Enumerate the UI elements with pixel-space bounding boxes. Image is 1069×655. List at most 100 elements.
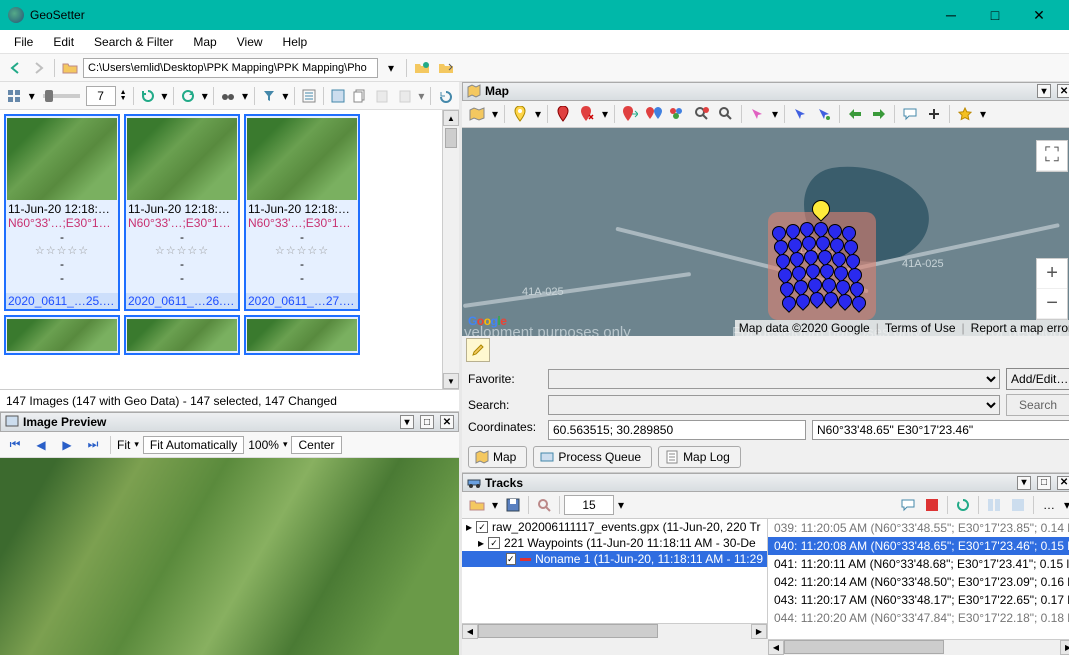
fullscreen-button[interactable]: ⛶ [1036, 140, 1068, 172]
waypoint-row[interactable]: 040: 11:20:08 AM (N60°33'48.65"; E30°17'… [768, 537, 1069, 555]
tracks-tree[interactable]: ▸ ✓ raw_202006111117_events.gpx (11-Jun-… [462, 519, 768, 639]
thumbnail-card[interactable] [4, 315, 120, 355]
checkbox[interactable]: ✓ [476, 521, 488, 533]
tree-file-row[interactable]: ▸ ✓ raw_202006111117_events.gpx (11-Jun-… [462, 519, 767, 535]
report-link[interactable]: Report a map error [971, 321, 1069, 335]
marker-red-x-icon[interactable] [576, 103, 598, 125]
favorite-select[interactable] [548, 369, 1000, 389]
undo-icon[interactable] [435, 85, 455, 107]
map-type-dropdown[interactable]: ▾ [490, 103, 500, 125]
tab-map[interactable]: Map [468, 446, 527, 468]
arrow-left-green-icon[interactable] [844, 103, 866, 125]
thumb-size-slider[interactable] [43, 94, 79, 98]
waypoint-row[interactable]: 039: 11:20:05 AM (N60°33'48.55"; E30°17'… [768, 519, 1069, 537]
marker-cluster[interactable] [762, 206, 882, 326]
select-all-icon[interactable] [328, 85, 348, 107]
map-type-icon[interactable] [466, 103, 488, 125]
layout2-icon[interactable] [1007, 494, 1029, 516]
marker-red-icon[interactable] [552, 103, 574, 125]
binoculars-dropdown[interactable]: ▾ [240, 85, 249, 107]
coords-dms-input[interactable] [812, 420, 1069, 440]
tab-process-queue[interactable]: Process Queue [533, 446, 652, 468]
tab-map-log[interactable]: Map Log [658, 446, 741, 468]
plus-icon[interactable] [923, 103, 945, 125]
cursor-blue-icon[interactable] [789, 103, 811, 125]
marker-dropdown2[interactable]: ▾ [600, 103, 610, 125]
close-button[interactable]: ✕ [1017, 0, 1061, 30]
image-preview[interactable] [0, 458, 459, 655]
thumb-view-dropdown[interactable]: ▾ [26, 85, 37, 107]
paste-dropdown[interactable]: ▾ [417, 85, 426, 107]
waypoint-row[interactable]: 043: 11:20:17 AM (N60°33'48.17"; E30°17'… [768, 591, 1069, 609]
track-num-dropdown[interactable]: ▾ [616, 494, 626, 516]
panel-close-button[interactable]: ✕ [1057, 84, 1069, 98]
save-track-icon[interactable] [502, 494, 524, 516]
folder-open-icon[interactable] [59, 57, 81, 79]
menu-search-filter[interactable]: Search & Filter [84, 33, 183, 51]
arrow-right-green-icon[interactable] [868, 103, 890, 125]
zoom-marker-icon[interactable] [691, 103, 713, 125]
markers-multi-icon[interactable] [667, 103, 689, 125]
waypoint-row[interactable]: 041: 11:20:11 AM (N60°33'48.68"; E30°17'… [768, 555, 1069, 573]
forward-button[interactable] [28, 57, 50, 79]
star-dropdown[interactable]: ▾ [978, 103, 988, 125]
waypoint-row[interactable]: 044: 11:20:20 AM (N60°33'47.84"; E30°17'… [768, 609, 1069, 627]
thumb-rating[interactable]: ☆☆☆☆☆ [126, 244, 238, 257]
maximize-button[interactable]: □ [973, 0, 1017, 30]
more-dropdown[interactable]: ▾ [1062, 494, 1069, 516]
marker-arrow-icon[interactable] [619, 103, 641, 125]
cursor-pink-icon[interactable] [746, 103, 768, 125]
refresh-tracks-icon[interactable] [952, 494, 974, 516]
layout-icon[interactable] [983, 494, 1005, 516]
panel-close-button[interactable]: ✕ [1057, 476, 1069, 490]
search-track-icon[interactable] [533, 494, 555, 516]
copy-icon[interactable] [350, 85, 370, 107]
search-input[interactable] [548, 395, 1000, 415]
funnel-dropdown[interactable]: ▾ [281, 85, 290, 107]
checkbox[interactable]: ✓ [506, 553, 516, 565]
panel-dropdown-button[interactable]: ▾ [400, 415, 414, 429]
center-button[interactable]: Center [291, 436, 341, 454]
reload-dropdown[interactable]: ▾ [200, 85, 209, 107]
thumb-size-spinner[interactable]: ▲▼ [118, 85, 129, 107]
waypoint-list[interactable]: 039: 11:20:05 AM (N60°33'48.55"; E30°17'… [768, 519, 1069, 639]
next-image-icon[interactable]: ▶ [56, 434, 78, 456]
zoom-in-button[interactable]: + [1037, 259, 1067, 289]
path-input[interactable] [83, 58, 378, 78]
folder-fav-icon[interactable] [411, 57, 433, 79]
tree-track-row[interactable]: ✓ Noname 1 (11-Jun-20, 11:18:11 AM - 11:… [462, 551, 767, 567]
thumbnail-card[interactable]: 11-Jun-20 12:18:2… N60°33'…;E30°17… - ☆☆… [124, 114, 240, 311]
thumb-size-input[interactable] [86, 86, 116, 106]
paste-icon[interactable] [372, 85, 392, 107]
thumb-view-icon[interactable] [4, 85, 24, 107]
waypoint-row[interactable]: 042: 11:20:14 AM (N60°33'48.50"; E30°17'… [768, 573, 1069, 591]
thumbnail-card[interactable] [124, 315, 240, 355]
reload-icon[interactable] [178, 85, 198, 107]
refresh-dropdown[interactable]: ▾ [160, 85, 169, 107]
terms-link[interactable]: Terms of Use [885, 321, 956, 335]
menu-map[interactable]: Map [183, 33, 226, 51]
coords-decimal-input[interactable] [548, 420, 806, 440]
thumbnail-card[interactable] [244, 315, 360, 355]
panel-close-button[interactable]: ✕ [440, 415, 454, 429]
cursor-dropdown[interactable]: ▾ [770, 103, 780, 125]
panel-dropdown-button[interactable]: ▾ [1017, 476, 1031, 490]
open-track-icon[interactable] [466, 494, 488, 516]
funnel-icon[interactable] [259, 85, 279, 107]
fit-mode-button[interactable]: Fit Automatically [143, 436, 244, 454]
pencil-icon[interactable] [466, 338, 490, 362]
wp-h-scroll[interactable]: ◀▶ [768, 639, 1069, 655]
more-icon[interactable]: … [1038, 494, 1060, 516]
paste2-icon[interactable] [395, 85, 415, 107]
star-icon[interactable] [954, 103, 976, 125]
zoom-region-icon[interactable] [715, 103, 737, 125]
back-button[interactable] [4, 57, 26, 79]
binoculars-icon[interactable] [218, 85, 238, 107]
menu-file[interactable]: File [4, 33, 43, 51]
menu-edit[interactable]: Edit [43, 33, 84, 51]
menu-view[interactable]: View [227, 33, 273, 51]
thumb-rating[interactable]: ☆☆☆☆☆ [6, 244, 118, 257]
stop-icon[interactable] [921, 494, 943, 516]
open-dropdown[interactable]: ▾ [490, 494, 500, 516]
thumbnail-card[interactable]: 11-Jun-20 12:18:2… N60°33'…;E30°17… - ☆☆… [244, 114, 360, 311]
